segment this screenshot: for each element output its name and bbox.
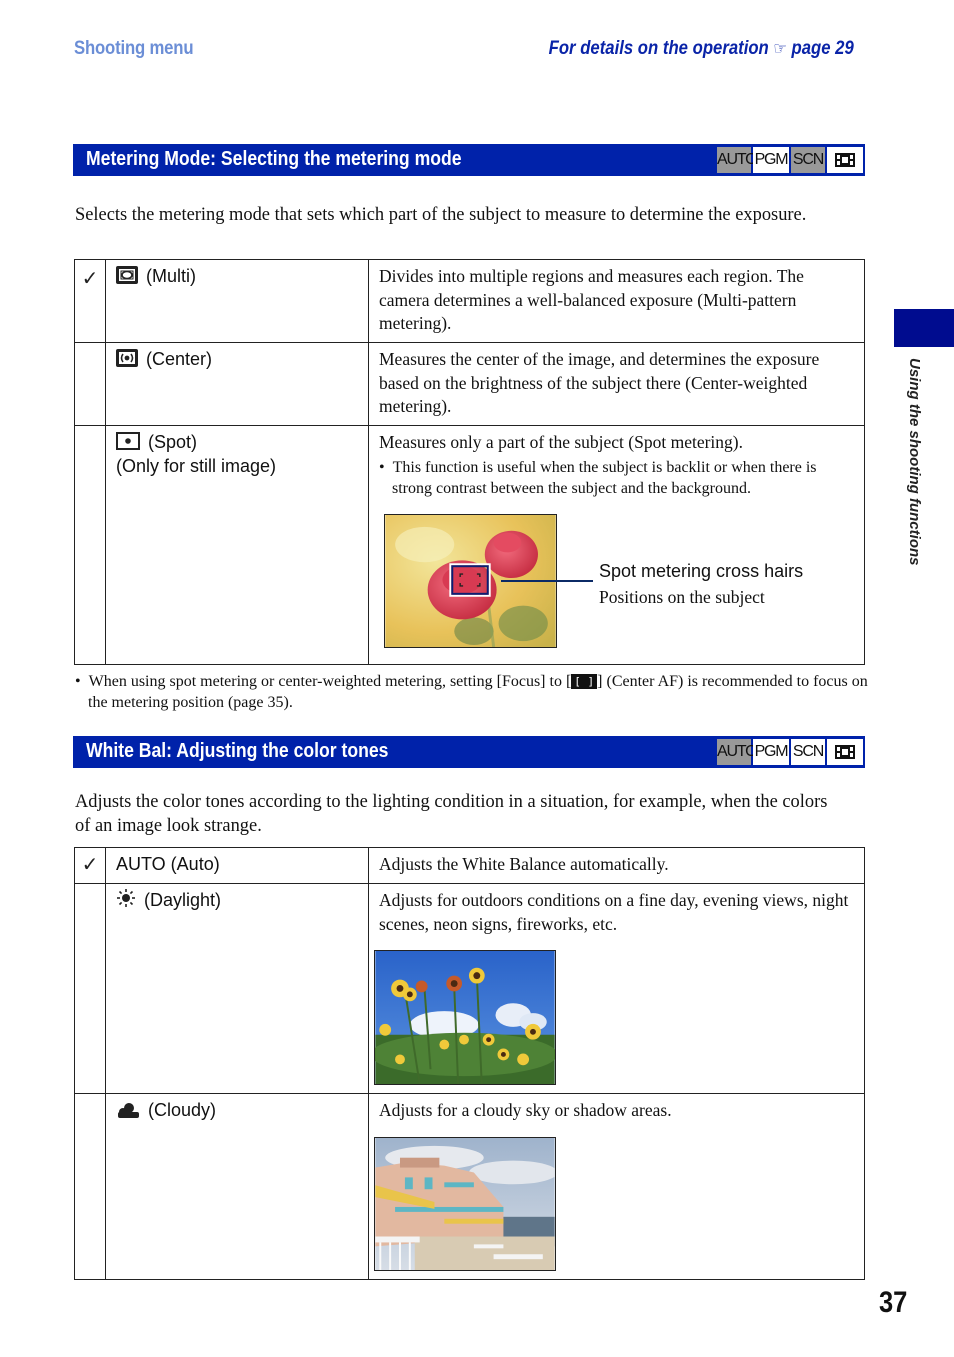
mode-name: (Center): [146, 349, 213, 369]
default-check-icon: ✓: [81, 266, 99, 290]
mode-description: Measures only a part of the subject (Spo…: [379, 432, 743, 452]
reference-page-link[interactable]: page 29: [792, 38, 854, 59]
metering-table: ✓ (Multi) Divides into multiple regions …: [74, 259, 865, 665]
mode-name: (Multi): [146, 266, 196, 286]
sunflowers-photo: [374, 950, 556, 1085]
movie-icon: [835, 153, 855, 167]
default-check-icon: ✓: [81, 852, 99, 876]
chapter-tab[interactable]: [894, 309, 954, 347]
table-row: (Center) Measures the center of the imag…: [74, 342, 865, 426]
mode-description: Adjusts for a cloudy sky or shadow areas…: [379, 1100, 672, 1120]
spot-metering-icon: [116, 432, 140, 450]
whitebal-table: ✓ AUTO (Auto) Adjusts the White Balance …: [74, 847, 865, 1280]
page-number: 37: [879, 1286, 908, 1319]
movie-icon: [835, 745, 855, 759]
section-title: White Bal: Adjusting the color tones: [86, 740, 389, 762]
center-metering-icon: [116, 349, 138, 367]
section-header-whitebal: White Bal: Adjusting the color tones AUT…: [73, 736, 865, 768]
mode-name: (Spot): [148, 432, 198, 452]
callout-line: [501, 580, 593, 582]
callout-subtitle: Positions on the subject: [599, 587, 765, 607]
mode-name: AUTO (Auto): [116, 854, 220, 874]
badge-pgm: PGM: [753, 739, 789, 765]
section-header-metering: Metering Mode: Selecting the metering mo…: [73, 144, 865, 176]
mode-restriction: (Only for still image): [116, 456, 277, 476]
mode-description: Divides into multiple regions and measur…: [368, 259, 865, 343]
badge-scn: SCN: [791, 147, 825, 173]
mode-name: (Daylight): [144, 890, 222, 910]
whitebal-intro: Adjusts the color tones according to the…: [75, 791, 828, 836]
metering-note: • When using spot metering or center-wei…: [75, 673, 868, 711]
section-title: Metering Mode: Selecting the metering mo…: [86, 148, 462, 170]
table-row: ✓ AUTO (Auto) Adjusts the White Balance …: [74, 847, 865, 884]
mode-description: Adjusts for outdoors conditions on a fin…: [379, 890, 849, 934]
callout-title: Spot metering cross hairs: [599, 561, 804, 581]
reference-text: For details on the operation: [548, 38, 770, 59]
daylight-icon: [117, 889, 135, 907]
pointing-hand-icon: ☞: [773, 39, 788, 59]
mode-bullet: • This function is useful when the subje…: [379, 458, 817, 497]
table-row: (Spot) (Only for still image) Measures o…: [74, 425, 865, 665]
running-header-reference[interactable]: For details on the operation ☞ page 29: [549, 38, 854, 60]
badge-pgm: PGM: [753, 147, 789, 173]
center-af-icon: [ ]: [571, 674, 598, 689]
badge-scn: SCN: [791, 739, 825, 765]
mode-description: Measures the center of the image, and de…: [368, 342, 865, 426]
metering-intro: Selects the metering mode that sets whic…: [75, 204, 807, 225]
multi-metering-icon: [116, 266, 138, 284]
badge-movie: [827, 739, 863, 765]
seaside-hotel-photo: [374, 1137, 556, 1271]
mode-description: Adjusts the White Balance automatically.: [368, 847, 865, 884]
cloudy-icon: [118, 1103, 139, 1118]
table-row: (Daylight) Adjusts for outdoors conditio…: [74, 883, 865, 1094]
badge-movie: [827, 147, 863, 173]
badge-auto: AUTO: [717, 147, 758, 173]
badge-auto: AUTO: [717, 739, 758, 765]
table-row: (Cloudy) Adjusts for a cloudy sky or sha…: [74, 1093, 865, 1280]
mode-badges: AUTO PGM SCN: [717, 739, 863, 765]
running-header-section: Shooting menu: [74, 38, 194, 59]
mode-name: (Cloudy): [148, 1100, 217, 1120]
chapter-label: Using the shooting functions: [906, 358, 923, 566]
mode-badges: AUTO PGM SCN: [717, 147, 863, 173]
table-row: ✓ (Multi) Divides into multiple regions …: [74, 259, 865, 343]
